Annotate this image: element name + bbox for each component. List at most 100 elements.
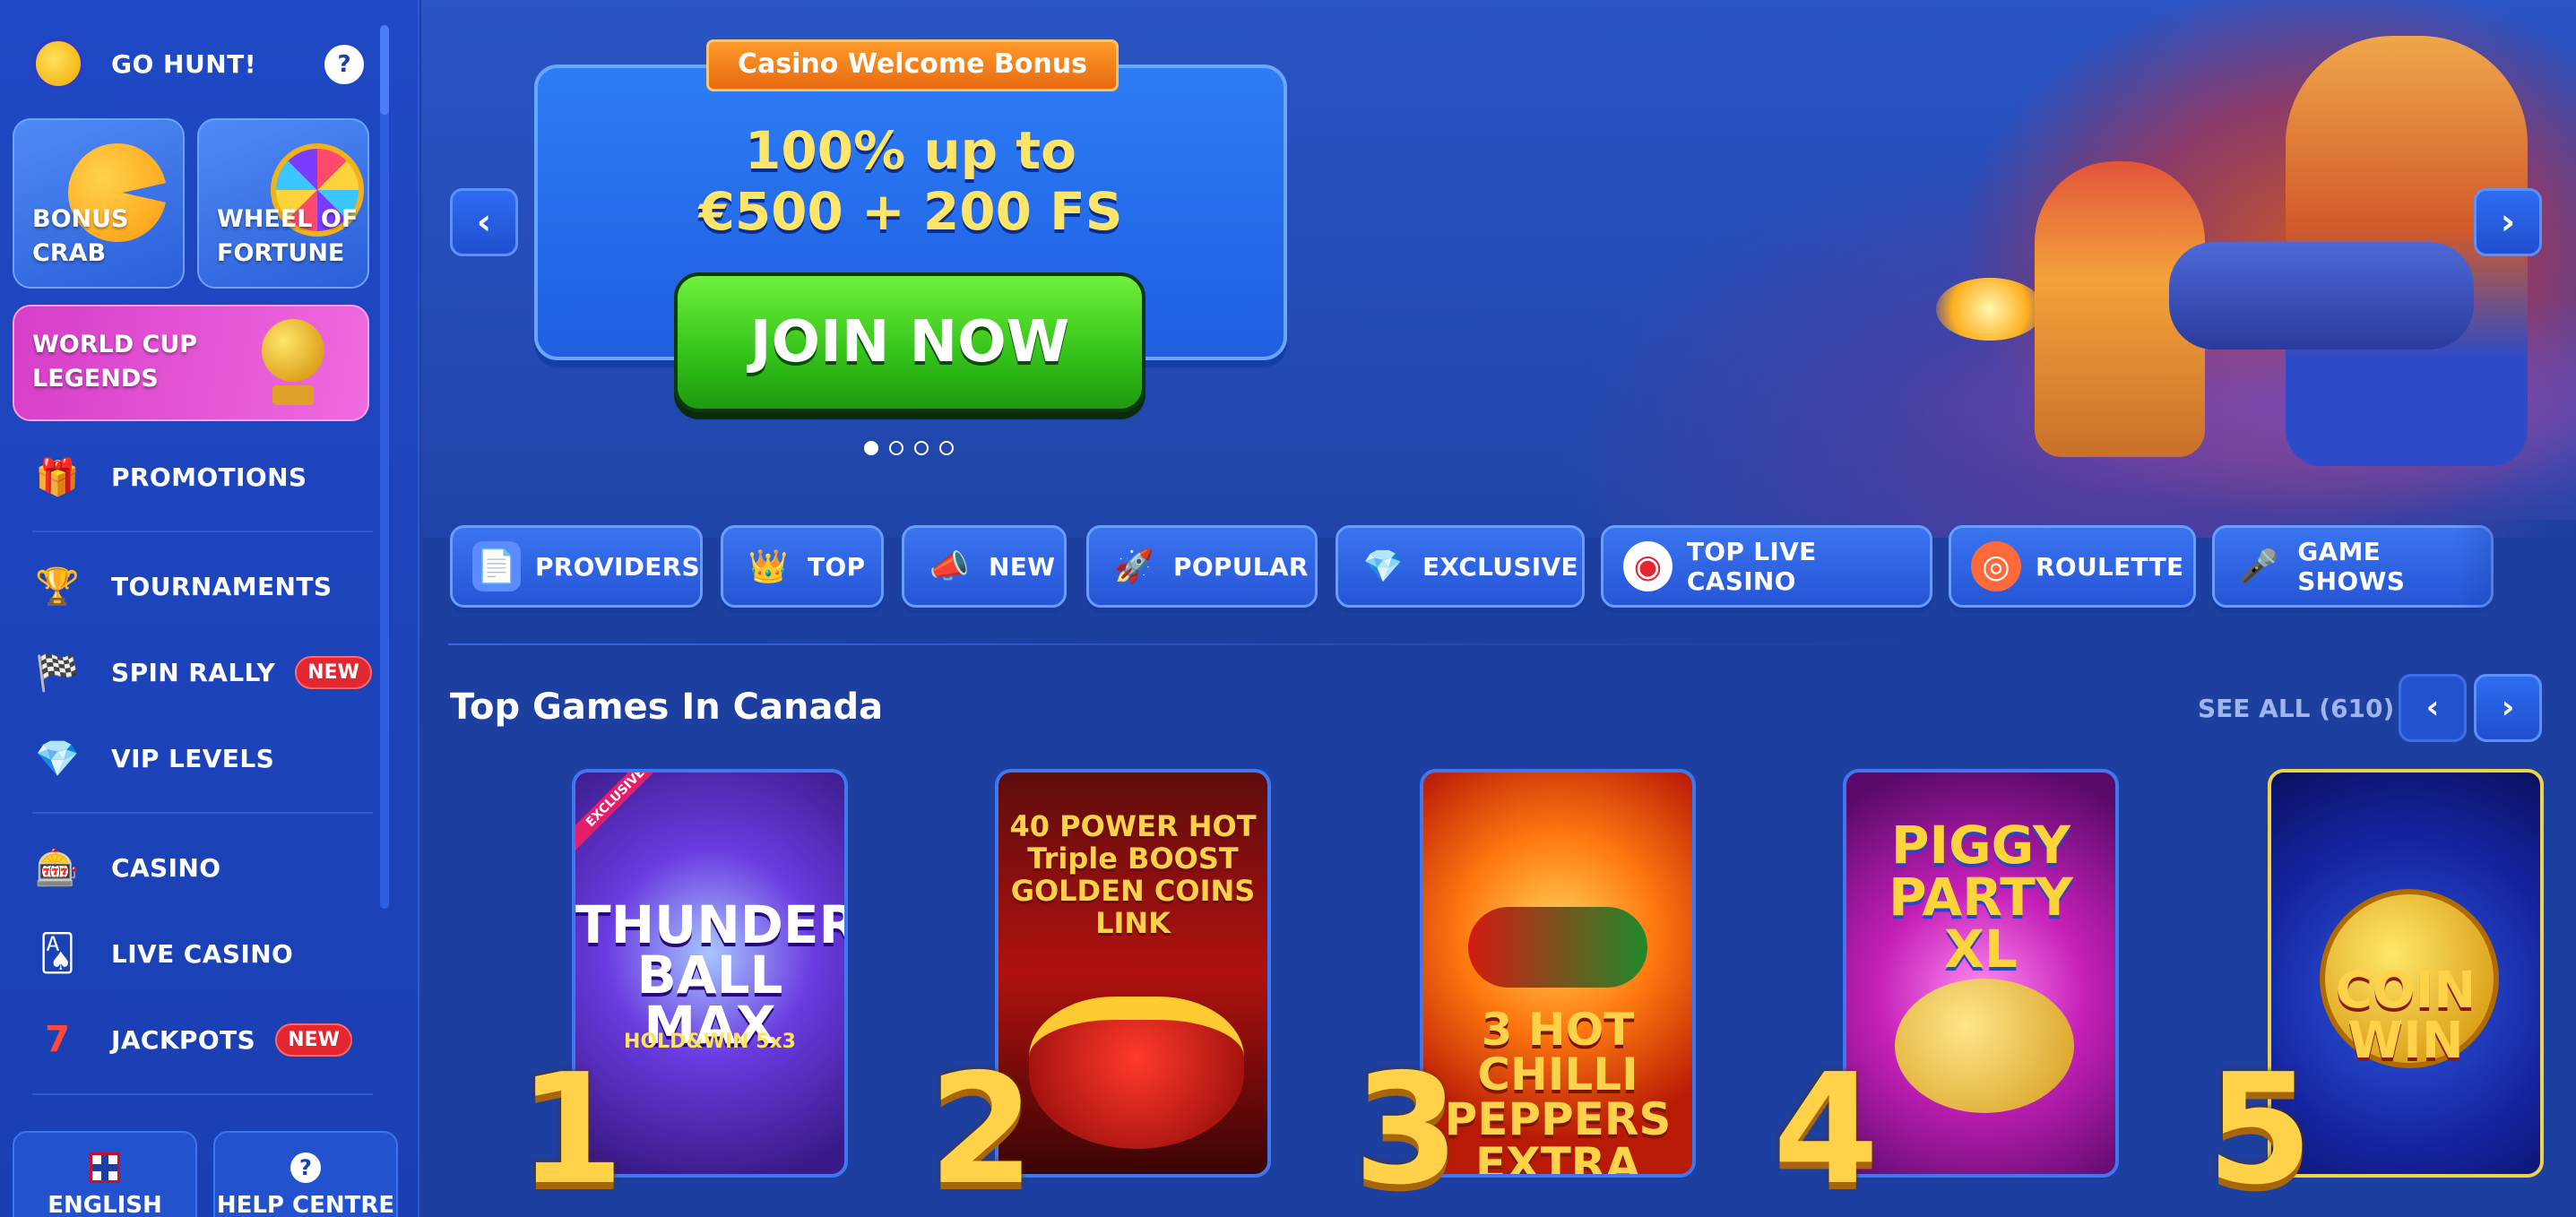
category-exclusive[interactable]: 💎 EXCLUSIVE — [1336, 525, 1585, 608]
playing-cards-icon: 🂡 — [39, 933, 76, 974]
piggy-bank-icon — [1895, 979, 2074, 1113]
help-icon[interactable]: ? — [324, 45, 364, 84]
world-cup-legends-label: WORLD CUP LEGENDS — [32, 331, 198, 393]
new-badge: NEW — [295, 655, 372, 689]
wheel-of-fortune-label: WHEEL OF FORTUNE — [217, 205, 359, 267]
rank-number: 3 — [1353, 1041, 1460, 1217]
game-title: THUNDER BALL MAX — [575, 894, 848, 1056]
sidebar-item-spin-rally[interactable]: 🏁 SPIN RALLY NEW — [32, 643, 373, 701]
rocket-icon: 🚀 — [1113, 548, 1154, 585]
game-title: PIGGY PARTY XL — [1889, 815, 2073, 980]
go-hunt-item[interactable]: GO HUNT! ? — [32, 32, 364, 95]
game-title: 40 POWER HOT Triple BOOST GOLDEN COINS L… — [1009, 809, 1257, 940]
sidebar-divider — [32, 1093, 373, 1095]
top-games-title: Top Games In Canada — [450, 686, 884, 728]
chilli-pepper-icon — [1468, 907, 1647, 988]
game-card-golden-coins[interactable]: 40 POWER HOT Triple BOOST GOLDEN COINS L… — [995, 769, 1271, 1178]
sidebar-item-jackpots[interactable]: 7 JACKPOTS NEW — [32, 1011, 373, 1068]
category-label: EXCLUSIVE — [1422, 551, 1578, 582]
help-icon: ? — [290, 1152, 321, 1183]
sidebar-item-label: TOURNAMENTS — [111, 571, 333, 601]
category-top-live-casino[interactable]: ◉ TOP LIVE CASINO — [1601, 525, 1932, 608]
category-roulette[interactable]: ◎ ROULETTE — [1949, 525, 2196, 608]
roulette-icon: ◎ — [1971, 541, 2021, 591]
carousel-dot[interactable] — [864, 441, 878, 455]
offer-line-1: 100% up to — [745, 120, 1076, 181]
help-centre-button[interactable]: ? HELP CENTRE — [213, 1131, 398, 1217]
trophy-icon: 🏆 — [35, 565, 80, 608]
rank-number: 1 — [518, 1041, 625, 1217]
sidebar-item-casino[interactable]: 🎰 CASINO — [32, 839, 373, 896]
sidebar-item-live-casino[interactable]: 🂡 LIVE CASINO — [32, 925, 373, 982]
bonus-crab-tile[interactable]: BONUS CRAB — [13, 118, 185, 289]
crown-icon: 👑 — [748, 548, 789, 585]
poker-chip-icon: ◉ — [1623, 541, 1673, 591]
gem-icon: 💎 — [35, 738, 80, 780]
new-badge: NEW — [275, 1023, 352, 1057]
sidebar-divider — [32, 531, 373, 532]
sidebar-item-label: SPIN RALLY — [111, 657, 276, 687]
sidebar-scrollbar[interactable] — [380, 25, 389, 909]
games-prev-button[interactable]: ‹ — [2399, 674, 2467, 742]
category-label: POPULAR — [1173, 551, 1309, 582]
carousel-dot[interactable] — [889, 441, 903, 455]
category-label: NEW — [989, 551, 1056, 582]
category-providers[interactable]: 📄 PROVIDERS — [450, 525, 703, 608]
category-label: ROULETTE — [2036, 551, 2184, 582]
sidebar-item-vip-levels[interactable]: 💎 VIP LEVELS — [32, 729, 373, 787]
slot-machine-icon: 🎰 — [35, 847, 80, 889]
sidebar-scrollbar-thumb[interactable] — [380, 25, 389, 115]
gold-pot-icon — [1029, 997, 1244, 1149]
category-popular[interactable]: 🚀 POPULAR — [1086, 525, 1318, 608]
rank-number: 4 — [1773, 1041, 1880, 1217]
lucky-seven-icon: 7 — [45, 1019, 70, 1060]
sidebar-item-label: JACKPOTS — [111, 1024, 256, 1055]
category-game-shows[interactable]: 🎤 GAME SHOWS — [2212, 525, 2494, 608]
category-label: TOP LIVE CASINO — [1686, 537, 1817, 596]
offer-line-2: €500 + 200 FS — [698, 181, 1123, 242]
sidebar-item-label: VIP LEVELS — [111, 743, 275, 773]
sidebar-divider — [32, 812, 373, 814]
bonus-crab-label: BONUS CRAB — [32, 205, 129, 267]
sidebar-item-tournaments[interactable]: 🏆 TOURNAMENTS — [32, 557, 373, 615]
games-next-button[interactable]: › — [2474, 674, 2542, 742]
game-card-piggy-party[interactable]: PIGGY PARTY XL — [1843, 769, 2119, 1178]
section-divider — [448, 643, 1909, 645]
go-hunt-label: GO HUNT! — [111, 48, 257, 79]
game-card-hot-chilli-peppers[interactable]: 3 HOT CHILLI PEPPERS EXTRA — [1420, 769, 1696, 1178]
see-all-link[interactable]: SEE ALL (610) — [2198, 694, 2394, 723]
category-new[interactable]: 📣 NEW — [902, 525, 1067, 608]
sidebar-item-promotions[interactable]: 🎁 PROMOTIONS — [32, 448, 373, 505]
golden-ball-trophy-icon — [262, 319, 324, 409]
help-centre-label: HELP CENTRE — [216, 1192, 395, 1217]
rank-number: 2 — [929, 1041, 1035, 1217]
category-top[interactable]: 👑 TOP — [721, 525, 884, 608]
carousel-dot[interactable] — [914, 441, 929, 455]
wheel-of-fortune-tile[interactable]: WHEEL OF FORTUNE — [197, 118, 369, 289]
world-cup-legends-tile[interactable]: WORLD CUP LEGENDS — [13, 305, 369, 421]
checkered-flag-icon: 🏁 — [35, 652, 80, 694]
microphone-icon: 🎤 — [2238, 548, 2279, 585]
diamond-icon: 💎 — [1362, 548, 1404, 585]
category-scroll-fade — [2456, 520, 2576, 613]
hero-next-button[interactable]: › — [2474, 188, 2542, 256]
sidebar-item-label: CASINO — [111, 852, 221, 883]
category-label: TOP — [808, 551, 866, 582]
gift-icon: 🎁 — [35, 456, 80, 498]
sidebar-item-label: LIVE CASINO — [111, 938, 294, 969]
sidebar-item-label: PROMOTIONS — [111, 462, 307, 492]
document-icon: 📄 — [472, 541, 521, 591]
sidebar: GO HUNT! ? BONUS CRAB WHEEL OF FORTUNE W… — [0, 0, 419, 1217]
megaphone-icon: 📣 — [929, 548, 970, 585]
hero-characters-illustration — [1882, 18, 2576, 520]
carousel-dot[interactable] — [939, 441, 954, 455]
language-button[interactable]: ENGLISH — [13, 1131, 197, 1217]
category-label: PROVIDERS — [534, 551, 700, 582]
join-now-button[interactable]: JOIN NOW — [674, 272, 1145, 412]
welcome-bonus-offer: 100% up to €500 + 200 FS — [534, 120, 1287, 242]
language-label: ENGLISH — [48, 1192, 162, 1217]
hero-prev-button[interactable]: ‹ — [450, 188, 518, 256]
exclusive-tag: EXCLUSIVE — [575, 772, 669, 850]
rank-number: 5 — [2207, 1041, 2313, 1217]
target-icon — [32, 38, 84, 90]
